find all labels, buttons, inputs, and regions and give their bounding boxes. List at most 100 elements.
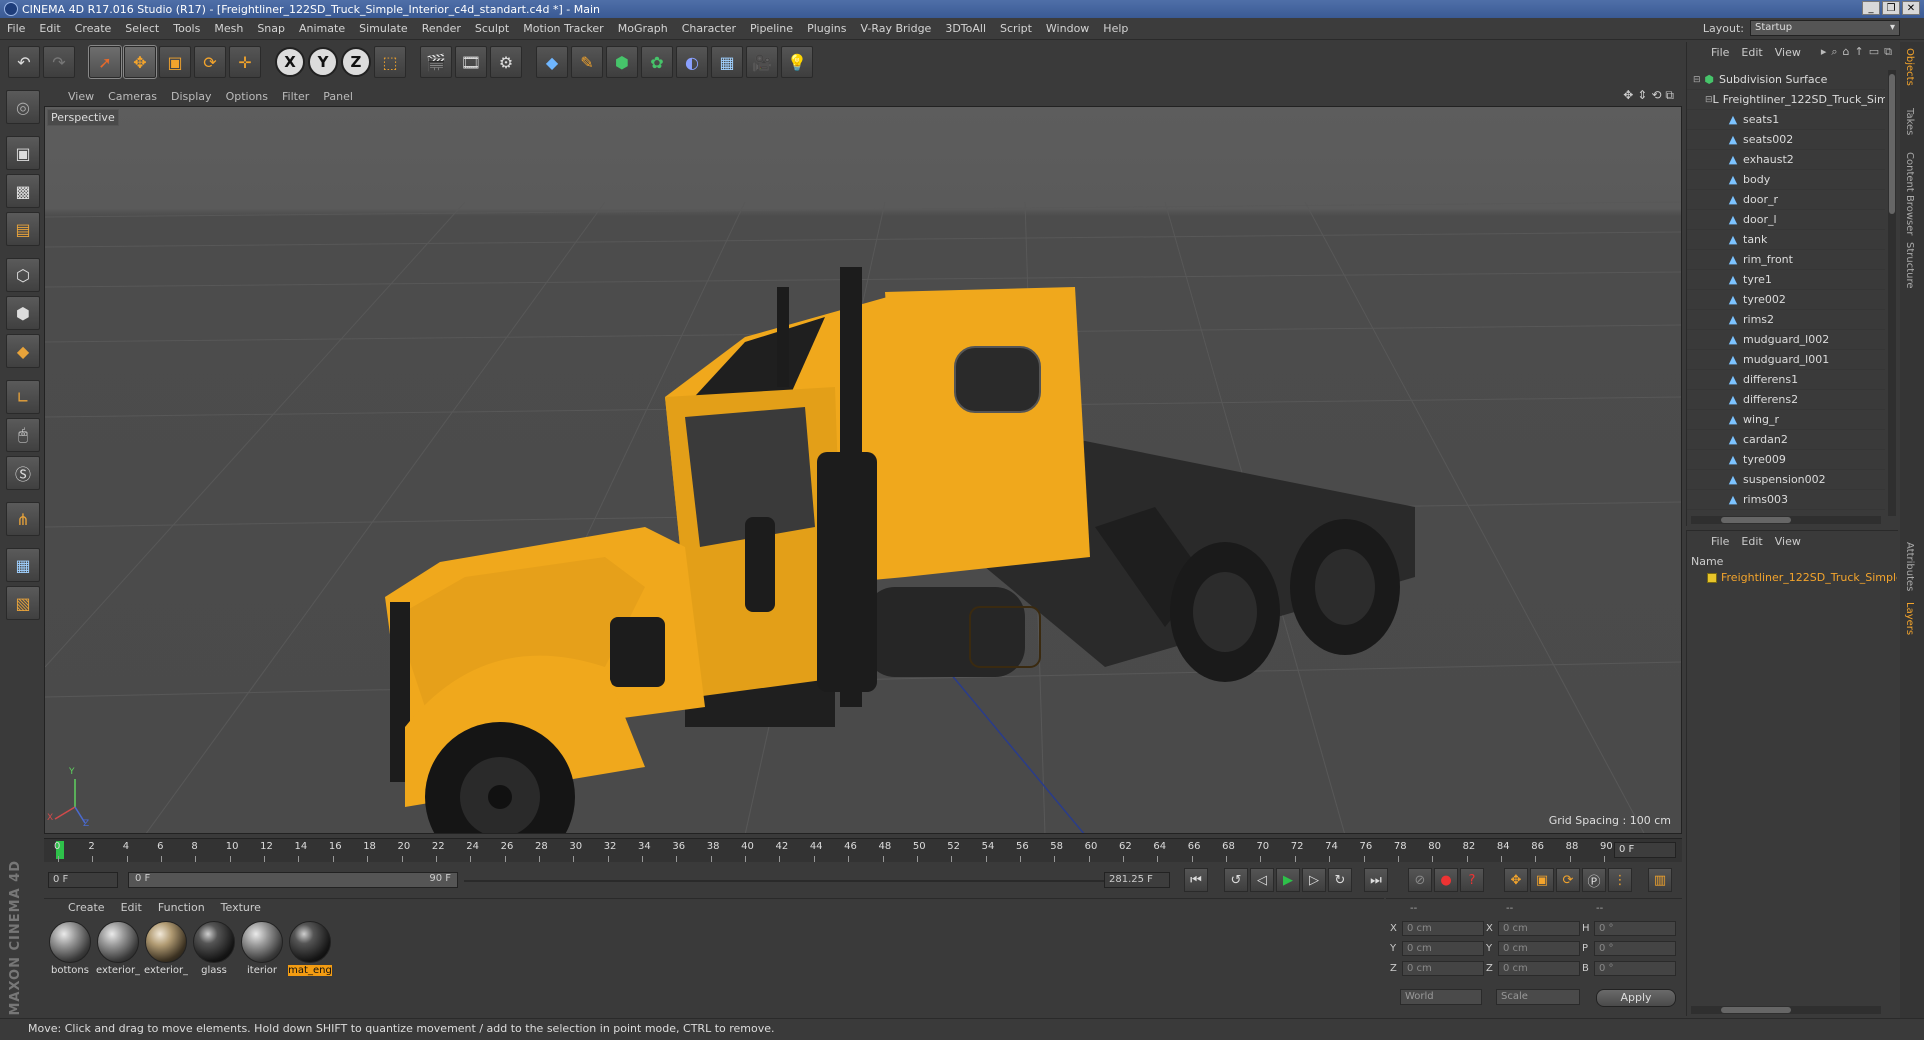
coord-field[interactable]: 0 cm (1402, 941, 1484, 956)
coord-field[interactable]: 0 cm (1402, 921, 1484, 936)
min-time-field[interactable]: 0 F (48, 872, 118, 888)
orbit-icon[interactable]: ⟲ (1651, 88, 1661, 103)
scroll-thumb[interactable] (1721, 1007, 1791, 1013)
menu-file[interactable]: File (0, 22, 32, 35)
make-editable-icon[interactable]: ◎ (6, 90, 40, 124)
viewport-menu-display[interactable]: Display (171, 90, 222, 103)
coordinate-system-icon[interactable]: ⬚ (374, 46, 406, 78)
object-tree-row[interactable]: ⊟ L Freightliner_122SD_Truck_Simpl (1687, 90, 1885, 110)
planar-workplane-icon[interactable]: ▧ (6, 586, 40, 620)
viewport-menu-cameras[interactable]: Cameras (108, 90, 167, 103)
menu-snap[interactable]: Snap (250, 22, 292, 35)
step-back-icon[interactable]: ◁ (1250, 868, 1274, 892)
object-tree-row[interactable]: ▲ rims003 (1687, 490, 1885, 510)
apply-button[interactable]: Apply (1596, 989, 1676, 1007)
object-tree-row[interactable]: ▲ differens1 (1687, 370, 1885, 390)
object-tree-row[interactable]: ▲ mudguard_l002 (1687, 330, 1885, 350)
menu-create[interactable]: Create (68, 22, 119, 35)
tab-takes[interactable]: Takes (1904, 108, 1915, 135)
snapping-icon[interactable]: ⋔ (6, 502, 40, 536)
y-axis-lock-icon[interactable]: Y (308, 47, 338, 77)
coord-field[interactable]: 0 cm (1498, 961, 1580, 976)
object-tree-row[interactable]: ▲ tyre002 (1687, 290, 1885, 310)
polygons-mode-icon[interactable]: ◆ (6, 334, 40, 368)
viewport-menu-panel[interactable]: Panel (323, 90, 363, 103)
lock-workplane-icon[interactable]: ▦ (6, 548, 40, 582)
object-tree-row[interactable]: ▲ tyre009 (1687, 450, 1885, 470)
viewport-menu-options[interactable]: Options (226, 90, 278, 103)
viewport-menu-filter[interactable]: Filter (282, 90, 319, 103)
layer-menu-view[interactable]: View (1775, 535, 1801, 548)
menu-pipeline[interactable]: Pipeline (743, 22, 800, 35)
menu-select[interactable]: Select (118, 22, 166, 35)
key-scale-icon[interactable]: ▣ (1530, 868, 1554, 892)
menu-window[interactable]: Window (1039, 22, 1096, 35)
object-tree-row[interactable]: ▲ exhaust2 (1687, 150, 1885, 170)
dolly-icon[interactable]: ⇕ (1637, 88, 1647, 103)
step-forward-icon[interactable]: ▷ (1302, 868, 1326, 892)
texture-mode-icon[interactable]: ▩ (6, 174, 40, 208)
undo-icon[interactable]: ↶ (8, 46, 40, 78)
object-tree-row[interactable]: ▲ tyre1 (1687, 270, 1885, 290)
go-to-end-icon[interactable]: ⏭ (1364, 868, 1388, 892)
object-tree-row[interactable]: ▲ mudguard_l001 (1687, 350, 1885, 370)
menu-script[interactable]: Script (993, 22, 1039, 35)
motion-record-icon[interactable]: ⊘ (1408, 868, 1432, 892)
max-time-field[interactable]: 281.25 F (1104, 872, 1170, 888)
deformer-icon[interactable]: ◐ (676, 46, 708, 78)
layer-menu-edit[interactable]: Edit (1741, 535, 1762, 548)
layout-select[interactable]: Startup (1750, 20, 1900, 36)
object-horizontal-scrollbar[interactable] (1691, 516, 1881, 524)
model-mode-icon[interactable]: ▣ (6, 136, 40, 170)
maximize-view-icon[interactable]: ⧉ (1665, 88, 1674, 103)
rotate-tool-icon[interactable]: ⟳ (194, 46, 226, 78)
more-arrow-icon[interactable]: ▸ (1821, 45, 1827, 59)
expand-icon[interactable]: ⧉ (1884, 45, 1892, 59)
obj-menu-file[interactable]: File (1711, 46, 1729, 59)
pen-spline-icon[interactable]: ✎ (571, 46, 603, 78)
mat-menu-create[interactable]: Create (68, 901, 105, 914)
object-tree-row[interactable]: ▲ door_r (1687, 190, 1885, 210)
object-tree-row[interactable]: ⊟ ⬢ Subdivision Surface (1687, 70, 1885, 90)
menu-mograph[interactable]: MoGraph (611, 22, 675, 35)
solo-mode-icon[interactable]: Ⓢ (6, 456, 40, 490)
object-tree-row[interactable]: ▲ cardan2 (1687, 430, 1885, 450)
coord-field[interactable]: 0 ° (1594, 921, 1676, 936)
coord-field[interactable]: 0 cm (1498, 921, 1580, 936)
menu-simulate[interactable]: Simulate (352, 22, 415, 35)
play-icon[interactable]: ▶ (1276, 868, 1300, 892)
edges-mode-icon[interactable]: ⬢ (6, 296, 40, 330)
material-swatch[interactable]: bottons (48, 921, 92, 976)
current-frame-field[interactable]: 0 F (1614, 842, 1676, 858)
tweak-mode-icon[interactable]: 🖱 (6, 418, 40, 452)
recent-tools-icon[interactable]: ✛ (229, 46, 261, 78)
scroll-thumb[interactable] (1889, 74, 1895, 214)
object-tree-row[interactable]: ▲ rims2 (1687, 310, 1885, 330)
material-swatch-selected[interactable]: mat_eng (288, 921, 332, 976)
redo-icon[interactable]: ↷ (43, 46, 75, 78)
object-tree-row[interactable]: ▲ body (1687, 170, 1885, 190)
pan-icon[interactable]: ✥ (1623, 88, 1633, 103)
object-tree-row[interactable]: ▲ rim_front (1687, 250, 1885, 270)
key-param-icon[interactable]: Ⓟ (1582, 868, 1606, 892)
camera-icon[interactable]: 🎥 (746, 46, 778, 78)
object-tree-row[interactable]: ▲ seats1 (1687, 110, 1885, 130)
perspective-viewport[interactable]: Perspective Y X Z Grid Spacing : 100 cm (44, 106, 1682, 834)
mat-menu-edit[interactable]: Edit (121, 901, 142, 914)
home-icon[interactable]: ⌂ (1843, 45, 1850, 59)
menu-character[interactable]: Character (675, 22, 743, 35)
layer-horizontal-scrollbar[interactable] (1691, 1006, 1881, 1014)
menu-vray-bridge[interactable]: V-Ray Bridge (853, 22, 938, 35)
coord-scale-dropdown[interactable]: Scale (1496, 989, 1580, 1005)
material-swatch[interactable]: glass (192, 921, 236, 976)
coord-field[interactable]: 0 ° (1594, 941, 1676, 956)
layer-menu-file[interactable]: File (1711, 535, 1729, 548)
render-to-picture-viewer-icon[interactable]: 🎞 (455, 46, 487, 78)
scroll-thumb[interactable] (1721, 517, 1791, 523)
autokey-icon[interactable]: ? (1460, 868, 1484, 892)
key-rotation-icon[interactable]: ⟳ (1556, 868, 1580, 892)
points-mode-icon[interactable]: ⬡ (6, 258, 40, 292)
timeline-ruler[interactable]: 0 2 4 6 8 10 12 14 16 18 20 22 24 26 28 30 32 34 36 38 40 42 4… (44, 838, 1682, 862)
go-to-start-icon[interactable]: ⏮ (1184, 868, 1208, 892)
cube-primitive-icon[interactable]: ◆ (536, 46, 568, 78)
